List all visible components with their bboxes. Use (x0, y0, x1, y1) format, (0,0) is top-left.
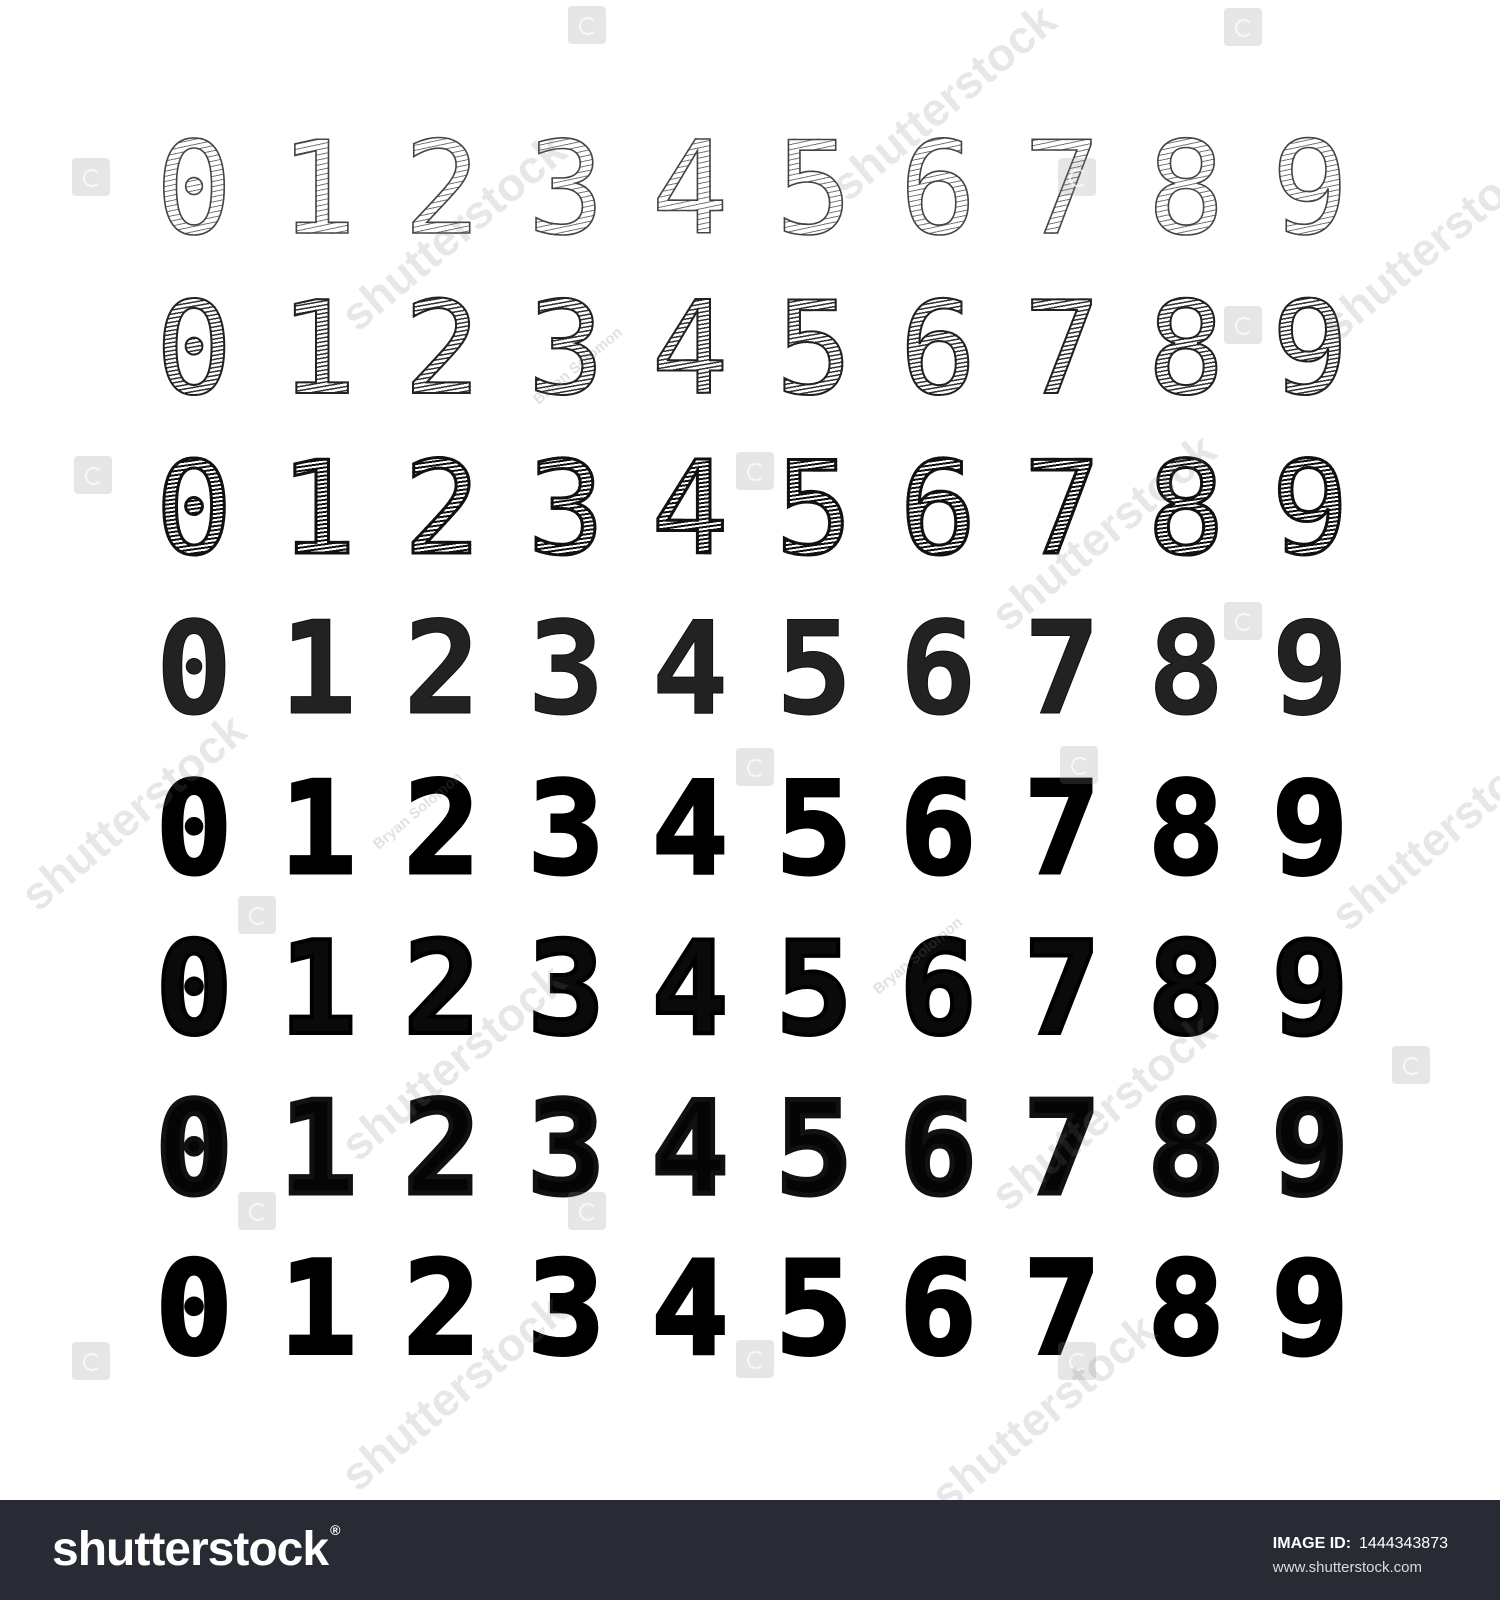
digit-2: 2 (380, 430, 504, 590)
watermark-logo-icon (74, 456, 112, 494)
digit-3: 3 (525, 915, 606, 1064)
digit-9: 9 (1248, 430, 1372, 590)
image-canvas: 0123456789012345678901234567890123456789… (0, 0, 1500, 1521)
footer-reg-mark: ® (330, 1522, 340, 1538)
image-id-value: 1444343873 (1359, 1535, 1448, 1552)
digit-3: 3 (525, 1235, 606, 1384)
digit-8: 8 (1124, 270, 1248, 430)
watermark-logo-icon (568, 1192, 606, 1230)
digit-8: 8 (1145, 1075, 1227, 1224)
digit-9: 9 (1269, 1075, 1351, 1224)
digit-2: 2 (380, 270, 504, 430)
digit-9: 9 (1248, 110, 1372, 270)
digit-3: 3 (527, 595, 605, 744)
watermark-logo-icon (72, 1342, 110, 1380)
watermark-logo-icon (72, 158, 110, 196)
digit-9: 9 (1269, 1235, 1350, 1384)
digit-9: 9 (1269, 915, 1350, 1064)
digit-4: 4 (649, 1235, 730, 1384)
digit-9: 9 (1270, 755, 1350, 904)
digit-0: 0 (153, 1235, 234, 1384)
watermark-logo-icon (238, 896, 276, 934)
digit-5: 5 (752, 270, 876, 430)
watermark-logo-icon (238, 1192, 276, 1230)
site-url: www.shutterstock.com (1272, 1559, 1423, 1576)
digit-0: 0 (153, 915, 234, 1064)
digit-5: 5 (775, 595, 853, 744)
digit-0: 0 (154, 755, 234, 904)
digit-7: 7 (1021, 915, 1102, 1064)
digit-6: 6 (897, 1075, 979, 1224)
digit-2: 2 (401, 1235, 482, 1384)
image-id-block: IMAGE ID: 1444343873 www.shutterstock.com (1273, 1532, 1448, 1580)
digit-1: 1 (278, 755, 358, 904)
digit-1: 1 (256, 110, 380, 270)
digit-6: 6 (899, 595, 977, 744)
footer-bar: shutterstock ® IMAGE ID: 1444343873 www.sh… (0, 1500, 1500, 1600)
digit-9: 9 (1248, 270, 1372, 430)
digit-3: 3 (526, 755, 606, 904)
digit-4: 4 (628, 430, 752, 590)
digit-9: 9 (1271, 595, 1349, 744)
digit-4: 4 (650, 755, 730, 904)
digit-7: 7 (1000, 430, 1124, 590)
digit-4: 4 (628, 110, 752, 270)
digit-3: 3 (525, 1075, 607, 1224)
digit-4: 4 (649, 915, 730, 1064)
digit-2: 2 (402, 755, 482, 904)
digit-8: 8 (1124, 430, 1248, 590)
watermark-logo-icon (1392, 1046, 1430, 1084)
digit-1: 1 (277, 1235, 358, 1384)
digit-7: 7 (1000, 270, 1124, 430)
digit-7: 7 (1021, 1075, 1103, 1224)
digit-0: 0 (132, 430, 256, 590)
digit-8: 8 (1124, 110, 1248, 270)
watermark-logo-icon (1058, 158, 1096, 196)
digit-4: 4 (628, 270, 752, 430)
digit-6: 6 (876, 270, 1000, 430)
digit-8: 8 (1146, 755, 1226, 904)
digit-2: 2 (401, 1075, 483, 1224)
digit-0: 0 (155, 595, 233, 744)
digit-1: 1 (256, 270, 380, 430)
digit-7: 7 (1023, 595, 1101, 744)
watermark-logo-icon (736, 748, 774, 786)
footer-brand-text: shutterstock (52, 1523, 329, 1576)
digit-3: 3 (504, 110, 628, 270)
watermark-logo-icon (736, 1340, 774, 1378)
digit-3: 3 (504, 270, 628, 430)
digit-6: 6 (898, 755, 978, 904)
digit-2: 2 (401, 915, 482, 1064)
digit-8: 8 (1145, 1235, 1226, 1384)
watermark-logo-icon (1224, 602, 1262, 640)
digit-4: 4 (651, 595, 729, 744)
digit-6: 6 (897, 915, 978, 1064)
digit-6: 6 (897, 1235, 978, 1384)
watermark-logo-icon (568, 6, 606, 44)
watermark-logo-icon (1060, 746, 1098, 784)
digit-8: 8 (1145, 915, 1226, 1064)
footer-brand-logo: shutterstock ® (52, 1522, 340, 1577)
digit-5: 5 (773, 915, 854, 1064)
digit-6: 6 (876, 430, 1000, 590)
digit-1: 1 (256, 430, 380, 590)
digit-6: 6 (876, 110, 1000, 270)
watermark-logo-icon (1058, 1342, 1096, 1380)
digit-5: 5 (752, 110, 876, 270)
digit-4: 4 (649, 1075, 731, 1224)
watermark-logo-icon (1224, 8, 1262, 46)
digit-1: 1 (277, 915, 358, 1064)
digit-2: 2 (403, 595, 481, 744)
digit-0: 0 (132, 270, 256, 430)
watermark-logo-icon (1224, 306, 1262, 344)
watermark-logo-icon (736, 452, 774, 490)
digit-2: 2 (380, 110, 504, 270)
digit-1: 1 (279, 595, 357, 744)
digit-3: 3 (504, 430, 628, 590)
digit-5: 5 (773, 1075, 855, 1224)
digit-0: 0 (132, 110, 256, 270)
image-id-label: IMAGE ID: (1272, 1535, 1352, 1552)
